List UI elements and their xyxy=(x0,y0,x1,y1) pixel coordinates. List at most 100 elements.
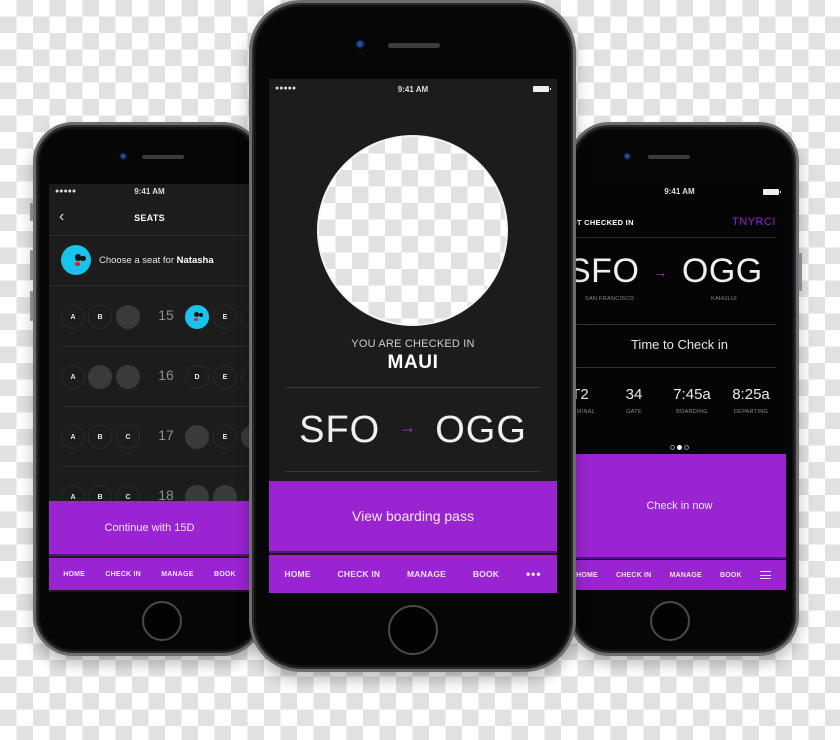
more-icon[interactable]: ••• xyxy=(526,567,542,581)
status-time: 9:41 AM xyxy=(134,187,165,196)
passenger-chooser[interactable]: Choose a seat for Natasha xyxy=(49,236,250,286)
tab-manage[interactable]: MANAGE xyxy=(161,571,193,578)
tab-home[interactable]: HOME xyxy=(576,572,598,579)
tab-home[interactable]: HOME xyxy=(63,571,85,578)
status-time: 9:41 AM xyxy=(664,187,695,196)
battery-icon xyxy=(763,189,781,195)
divider xyxy=(285,471,541,472)
tab-manage[interactable]: MANAGE xyxy=(407,569,446,579)
divider xyxy=(573,324,776,325)
volume-down-button xyxy=(30,291,33,321)
seat-row: A B C E 17 xyxy=(61,407,250,467)
destination-code: OGG xyxy=(435,409,527,451)
front-camera-icon xyxy=(356,40,365,49)
seat-row: A D E 16 xyxy=(61,347,250,407)
seat-available[interactable]: A xyxy=(61,365,85,389)
page-dot[interactable] xyxy=(670,445,675,450)
checked-in-label: YOU ARE CHECKED IN xyxy=(351,338,475,350)
route: SFO → OGG xyxy=(573,252,786,291)
volume-up-button xyxy=(30,250,33,280)
chooser-text: Choose a seat for Natasha xyxy=(99,255,214,266)
destination-photo xyxy=(319,137,506,324)
tab-check-in[interactable]: CHECK IN xyxy=(616,572,651,579)
view-boarding-pass-button[interactable]: View boarding pass xyxy=(269,481,557,553)
home-button[interactable] xyxy=(142,601,182,641)
tab-book[interactable]: BOOK xyxy=(473,569,499,579)
row-number: 16 xyxy=(158,367,174,383)
seat-available[interactable]: E xyxy=(213,365,237,389)
checked-in-screen: ●●●●● 9:41 AM YOU ARE CHECKED IN MAUI SF… xyxy=(269,79,557,593)
seat-available[interactable]: B xyxy=(88,425,112,449)
hamburger-menu-icon[interactable] xyxy=(759,571,771,579)
tab-check-in[interactable]: CHECK IN xyxy=(338,569,381,579)
page-indicator[interactable] xyxy=(573,437,786,455)
status-bar: • 9:41 AM xyxy=(573,184,786,200)
battery-icon xyxy=(533,86,551,92)
front-camera-icon xyxy=(120,153,127,160)
phone-left-seats: ●●●●● 9:41 AM ‹ SEATS Choose a seat for … xyxy=(30,122,263,656)
passenger-name: Natasha xyxy=(176,255,214,266)
tab-bar: HOME CHECK IN MANAGE BOOK ••• xyxy=(269,555,557,593)
continue-button[interactable]: Continue with 15D xyxy=(49,501,250,556)
check-in-screen: • 9:41 AM NOT CHECKED IN TNYRCI SFO→OGG … xyxy=(573,184,786,592)
status-bar: ●●●●● 9:41 AM xyxy=(49,184,250,200)
row-number: 15 xyxy=(158,307,174,323)
origin-code: SFO xyxy=(573,252,640,290)
earpiece-speaker xyxy=(648,155,690,159)
mute-switch xyxy=(30,203,33,221)
phone-right-check-in: • 9:41 AM NOT CHECKED IN TNYRCI SFO→OGG … xyxy=(569,122,802,656)
seat-taken xyxy=(185,425,209,449)
seat-taken xyxy=(88,365,112,389)
tab-bar: HOME CHECK IN MANAGE BOOK xyxy=(49,558,250,590)
check-in-status: NOT CHECKED IN xyxy=(573,218,634,227)
seats-screen: ●●●●● 9:41 AM ‹ SEATS Choose a seat for … xyxy=(49,184,250,592)
divider xyxy=(573,367,776,368)
info-terminal: T2 TERMINAL xyxy=(573,386,596,415)
seat-available[interactable]: B xyxy=(88,305,112,329)
seat-available[interactable]: E xyxy=(213,305,237,329)
confirmation-code: TNYRCI xyxy=(732,216,776,228)
status-time: 9:41 AM xyxy=(397,85,429,94)
tab-book[interactable]: BOOK xyxy=(720,572,742,579)
seat-taken xyxy=(116,365,140,389)
home-button[interactable] xyxy=(650,601,690,641)
arrow-right-icon: → xyxy=(398,417,418,438)
seat-row: A B E 15 xyxy=(61,287,250,347)
origin-code: SFO xyxy=(299,409,381,451)
info-departing: 8:25a DEPARTING xyxy=(732,386,770,415)
home-button[interactable] xyxy=(388,605,438,655)
divider xyxy=(285,387,541,388)
seat-available[interactable]: D xyxy=(185,365,209,389)
destination-code: OGG xyxy=(681,252,763,290)
seat-taken xyxy=(116,305,140,329)
seat-available[interactable]: A xyxy=(61,425,85,449)
destination-city: KAHULUI xyxy=(711,296,737,302)
info-boarding: 7:45a BOARDING xyxy=(673,386,711,415)
avatar xyxy=(61,245,91,275)
status-bar: ●●●●● 9:41 AM xyxy=(269,79,557,99)
tab-check-in[interactable]: CHECK IN xyxy=(105,571,140,578)
page-title: SEATS xyxy=(134,213,165,223)
tab-bar: HOME CHECK IN MANAGE BOOK xyxy=(573,560,786,590)
seat-available[interactable]: C xyxy=(116,425,140,449)
tab-book[interactable]: BOOK xyxy=(214,571,236,578)
origin-city: SAN FRANCISCO xyxy=(585,296,635,302)
check-in-header: NOT CHECKED IN TNYRCI xyxy=(573,210,776,238)
row-number: 17 xyxy=(158,427,174,443)
nav-bar: ‹ SEATS xyxy=(49,200,250,236)
destination-name: MAUI xyxy=(387,352,439,373)
page-dot[interactable] xyxy=(677,445,682,450)
seat-available[interactable]: E xyxy=(213,425,237,449)
arrow-right-icon: → xyxy=(653,264,668,280)
tab-home[interactable]: HOME xyxy=(284,569,310,579)
front-camera-icon xyxy=(624,153,631,160)
seat-available[interactable]: A xyxy=(61,305,85,329)
check-in-now-button[interactable]: Check in now xyxy=(573,454,786,559)
earpiece-speaker xyxy=(388,43,440,48)
phone-center-checked-in: ●●●●● 9:41 AM YOU ARE CHECKED IN MAUI SF… xyxy=(249,0,576,672)
page-dot[interactable] xyxy=(684,445,689,450)
tab-manage[interactable]: MANAGE xyxy=(670,572,702,579)
seat-selected[interactable] xyxy=(185,305,209,329)
earpiece-speaker xyxy=(142,155,184,159)
route: SFO → OGG xyxy=(269,409,557,452)
